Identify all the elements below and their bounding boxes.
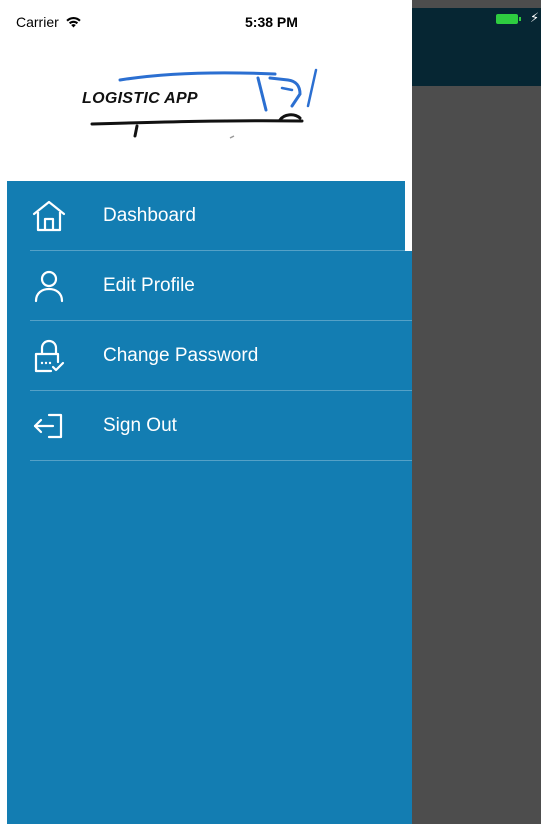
status-time: 5:38 PM — [245, 14, 298, 30]
background-app-header — [412, 8, 541, 86]
menu-item-edit-profile[interactable]: Edit Profile — [7, 251, 412, 321]
logo-text: LOGISTIC APP — [82, 90, 198, 107]
menu-item-label: Edit Profile — [103, 275, 195, 296]
lock-icon — [31, 339, 67, 373]
background-app-overlay[interactable]: ⚡ — [412, 0, 541, 824]
wifi-icon — [65, 16, 82, 28]
app-screen: ⚡ Carrier 5:38 PM LOGISTIC APP Dashboard… — [0, 0, 541, 824]
battery-cap — [519, 17, 521, 21]
user-icon — [31, 269, 67, 303]
menu-item-label: Change Password — [103, 345, 259, 366]
charging-bolt-icon: ⚡ — [530, 10, 540, 25]
logo: LOGISTIC APP — [80, 66, 330, 146]
battery-icon — [496, 14, 518, 24]
carrier-label: Carrier — [16, 14, 59, 30]
menu-item-dashboard[interactable]: Dashboard — [7, 181, 412, 251]
sign-out-icon — [31, 409, 67, 443]
status-carrier: Carrier — [16, 14, 82, 30]
home-icon — [31, 199, 67, 233]
menu-item-label: Dashboard — [103, 205, 196, 226]
menu-item-label: Sign Out — [103, 415, 177, 436]
menu-item-change-password[interactable]: Change Password — [7, 321, 412, 391]
menu-item-sign-out[interactable]: Sign Out — [7, 391, 412, 461]
menu-divider — [30, 460, 412, 461]
